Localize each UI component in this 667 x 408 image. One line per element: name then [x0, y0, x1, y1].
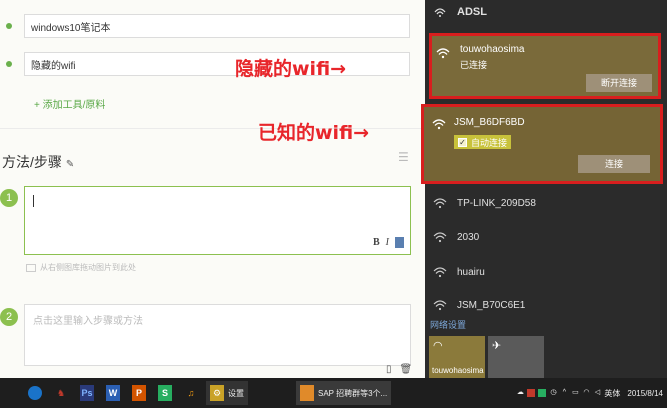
connect-button[interactable]: 连接 [578, 155, 650, 173]
bullet-icon [6, 61, 12, 67]
taskbar-sap[interactable]: SAP 招聘群等3个... [296, 381, 392, 405]
pencil-icon[interactable]: ✎ [66, 159, 74, 170]
photoshop-icon[interactable]: Ps [80, 385, 94, 401]
wifi-icon [433, 198, 447, 209]
network-name: 2030 [457, 231, 480, 243]
chat-icon [300, 385, 314, 401]
step1-editor[interactable]: B I [24, 186, 411, 255]
message-icon[interactable]: ▭ [571, 389, 579, 397]
add-tool-link[interactable]: + 添加工具/原料 [34, 96, 105, 111]
italic-button[interactable]: I [386, 237, 389, 248]
chevron-up-icon[interactable]: ^ [560, 389, 568, 397]
word-icon[interactable]: W [106, 385, 120, 401]
ime-indicator[interactable]: 英体 [604, 388, 620, 399]
music-icon[interactable]: ♫ [184, 385, 198, 401]
wifi-icon [433, 267, 447, 278]
ethernet-icon [434, 8, 446, 17]
step-number: 1 [0, 189, 18, 207]
wifi-icon [436, 48, 450, 59]
picture-icon [26, 263, 36, 272]
airplane-mode-tile[interactable]: ✈ [488, 336, 544, 378]
network-item[interactable]: 2030 [425, 230, 667, 244]
network-item-adsl[interactable]: ADSL [425, 5, 667, 19]
app-icon[interactable]: ♞ [54, 385, 68, 401]
taskbar-label: SAP 招聘群等3个... [318, 388, 388, 398]
security-icon[interactable] [527, 389, 536, 397]
auto-connect-label: 自动连接 [471, 137, 508, 148]
network-name: huairu [457, 266, 485, 278]
browser-icon[interactable] [28, 386, 42, 400]
bold-button[interactable]: B [373, 237, 380, 248]
image-icon[interactable] [395, 237, 404, 248]
check-icon: ✓ [458, 137, 467, 147]
editor-panel: windows10笔记本 隐藏的wifi + 添加工具/原料 方法/步骤 ✎ ☰ … [0, 0, 425, 378]
delete-icon[interactable]: 🗑 [400, 364, 413, 375]
network-item[interactable]: huairu [425, 265, 667, 279]
network-name: JSM_B6DF6BD [454, 117, 525, 128]
step2-placeholder: 点击这里输入步骤或方法 [33, 316, 143, 327]
auto-connect-checkbox[interactable]: ✓ 自动连接 [454, 135, 512, 149]
wifi-quick-tile[interactable]: ◠ touwohaosima [429, 336, 485, 378]
taskbar: ♞ Ps W P S ♫ ⚙ 设置 SAP 招聘群等3个... ☁ ◷ ^ ▭ … [0, 378, 667, 408]
step-number: 2 [0, 308, 18, 326]
network-item[interactable]: TP-LINK_209D58 [425, 196, 667, 210]
format-toolbar: B I [373, 237, 404, 248]
clock-tray-icon[interactable]: ◷ [549, 389, 557, 397]
tool-input[interactable]: windows10笔记本 [24, 14, 410, 38]
quick-tile-label: touwohaosima [432, 366, 484, 375]
upload-hint-text: 从右侧图库拖动图片到此处 [40, 263, 136, 272]
network-name: TP-LINK_209D58 [457, 197, 536, 209]
text-caret [33, 195, 34, 207]
annotation-hidden-wifi: 隐藏的wifi→ [235, 58, 347, 80]
wifi-icon [432, 119, 446, 130]
tool-row: windows10笔记本 [6, 14, 410, 38]
app-tray-icon[interactable] [538, 389, 547, 397]
step2-editor[interactable]: 点击这里输入步骤或方法 [24, 304, 411, 366]
system-tray: ☁ ◷ ^ ▭ ◠ ◁ 英体 2015/8/14 [516, 378, 663, 408]
tool-row: 隐藏的wifi [6, 52, 410, 76]
wifi-icon [433, 232, 447, 243]
airplane-icon: ✈ [492, 340, 502, 352]
start-icon[interactable] [6, 385, 16, 401]
section-title-text: 方法/步骤 [2, 154, 62, 170]
wifi-icon [433, 300, 447, 311]
bullet-icon [6, 23, 12, 29]
list-icon[interactable]: ☰ [398, 150, 409, 164]
network-settings-link[interactable]: 网络设置 [430, 318, 466, 331]
network-status: 已连接 [460, 60, 488, 70]
spreadsheet-icon[interactable]: S [158, 385, 172, 401]
bottom-icons: ▯ 🗑 [386, 364, 412, 375]
section-title: 方法/步骤 ✎ [2, 152, 74, 172]
network-item-hidden[interactable]: touwohaosima 已连接 断开连接 [429, 33, 661, 99]
taskbar-label: 设置 [228, 388, 244, 398]
disconnect-button[interactable]: 断开连接 [586, 74, 652, 92]
annotation-known-wifi: 已知的wifi→ [258, 122, 370, 144]
clock[interactable]: 2015/8/14 [627, 389, 663, 398]
wifi-icon[interactable]: ◠ [582, 389, 590, 397]
network-item-known[interactable]: JSM_B6DF6BD ✓ 自动连接 连接 [421, 104, 663, 184]
network-name: ADSL [457, 6, 487, 18]
powerpoint-icon[interactable]: P [132, 385, 146, 401]
cloud-icon[interactable]: ☁ [516, 389, 524, 397]
settings-icon: ⚙ [210, 385, 224, 401]
network-name: JSM_B70C6E1 [457, 299, 526, 311]
wifi-icon: ◠ [433, 340, 443, 352]
network-name: touwohaosima [460, 44, 525, 55]
taskbar-settings[interactable]: ⚙ 设置 [206, 381, 248, 405]
network-item[interactable]: JSM_B70C6E1 [425, 298, 667, 312]
phone-icon[interactable]: ▯ [386, 364, 392, 375]
upload-hint: 从右侧图库拖动图片到此处 [26, 262, 136, 273]
tool-input[interactable]: 隐藏的wifi [24, 52, 410, 76]
volume-icon[interactable]: ◁ [593, 389, 601, 397]
